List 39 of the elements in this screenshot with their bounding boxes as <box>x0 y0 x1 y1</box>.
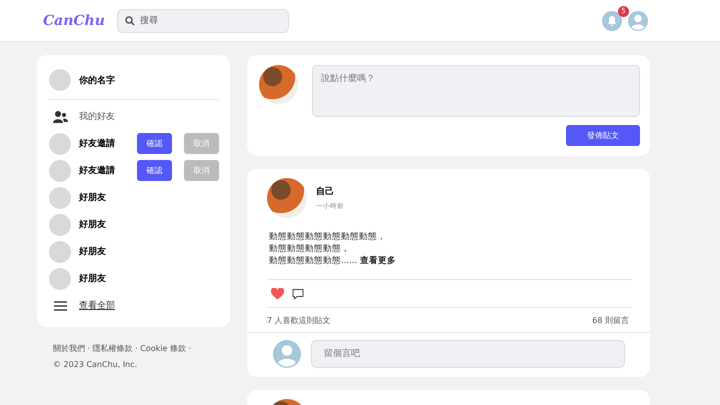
avatar <box>49 240 71 262</box>
user-avatar-icon <box>273 340 301 368</box>
comment-icon[interactable] <box>292 288 304 300</box>
heart-icon[interactable] <box>271 288 284 300</box>
friend-request-name[interactable]: 好友邀請 <box>79 137 129 150</box>
avatar <box>49 160 71 182</box>
friend-name[interactable]: 好朋友 <box>79 245 219 258</box>
avatar <box>49 69 71 91</box>
publish-button[interactable]: 發佈貼文 <box>566 125 640 146</box>
likes-count[interactable]: 7 人喜歡這則貼文 <box>267 314 331 326</box>
friend-name[interactable]: 好朋友 <box>79 191 219 204</box>
photo-placeholder <box>259 65 298 104</box>
search-field[interactable]: 搜尋 <box>116 8 289 32</box>
avatar <box>49 186 71 208</box>
friend-name[interactable]: 好朋友 <box>79 218 219 231</box>
avatar <box>49 132 71 154</box>
people-icon <box>52 110 68 122</box>
see-all-link[interactable]: 查看全部 <box>79 299 115 312</box>
author-name[interactable]: 自己 <box>316 185 344 198</box>
section-title: 我的好友 <box>79 110 115 123</box>
photo-placeholder <box>267 178 307 218</box>
avatar <box>49 268 71 290</box>
footer-links[interactable]: 關於我們 · 隱私權條款 · Cookie 條款 · <box>53 341 214 357</box>
post-text-line: 動態動態動態動態動態動態， <box>269 231 387 243</box>
post-text-line: 動態動態動態動態， <box>269 243 351 255</box>
post-text-line: 動態動態動態動態...... 查看更多 <box>269 255 397 267</box>
logo[interactable]: CanChu <box>43 12 105 28</box>
comments-count[interactable]: 68 則留言 <box>592 314 629 326</box>
bell-icon[interactable] <box>602 10 622 30</box>
copyright-text: © 2023 CanChu, Inc. <box>53 359 138 371</box>
profile-name[interactable]: 你的名字 <box>79 74 219 86</box>
post-input[interactable]: 說點什麼嗎？ <box>312 65 640 117</box>
comment-input[interactable]: 留個言吧 <box>311 340 625 368</box>
confirm-button[interactable]: 確認 <box>137 133 172 154</box>
friend-name[interactable]: 好朋友 <box>79 272 219 285</box>
avatar <box>49 214 71 236</box>
confirm-button[interactable]: 確認 <box>137 160 172 181</box>
friend-request-name[interactable]: 好友邀請 <box>79 164 129 177</box>
menu-icon[interactable] <box>54 300 66 310</box>
